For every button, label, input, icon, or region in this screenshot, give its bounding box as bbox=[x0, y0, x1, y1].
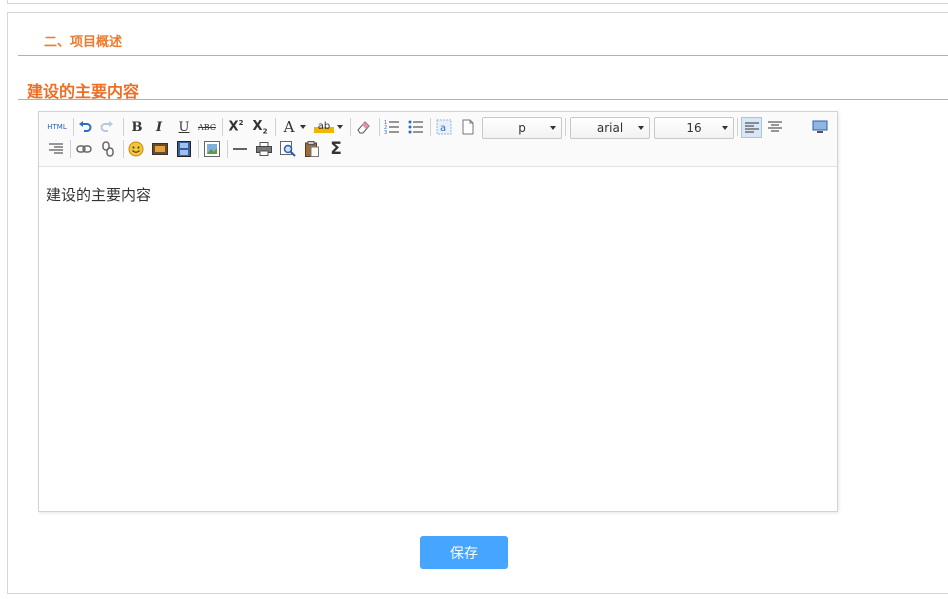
align-right-icon bbox=[49, 143, 63, 154]
link-icon bbox=[76, 145, 92, 153]
font-color-dropdown[interactable] bbox=[298, 117, 308, 137]
subscript-button[interactable]: X2 bbox=[250, 117, 270, 137]
bold-button[interactable]: B bbox=[127, 117, 147, 137]
ordered-list-icon: 123 bbox=[384, 120, 399, 135]
align-right-button[interactable] bbox=[46, 139, 66, 159]
align-center-icon bbox=[768, 121, 782, 132]
align-left-icon bbox=[744, 122, 759, 132]
subsection-divider bbox=[18, 99, 948, 100]
paragraph-format-value: p bbox=[518, 121, 526, 135]
separator bbox=[350, 118, 351, 136]
svg-text:3: 3 bbox=[384, 130, 387, 135]
highlight-button[interactable]: ab bbox=[314, 120, 334, 133]
chevron-down-icon bbox=[300, 125, 306, 129]
section-title: 二、项目概述 bbox=[44, 35, 123, 50]
paragraph-format-select[interactable]: p bbox=[482, 117, 562, 139]
clipboard-icon bbox=[305, 141, 319, 157]
unordered-list-button[interactable] bbox=[406, 117, 426, 137]
editor-toolbar: HTML B I U ABC X2 X2 A ab 1 2 3 a p aria… bbox=[39, 112, 837, 167]
page-icon bbox=[462, 119, 474, 135]
unordered-list-icon bbox=[408, 120, 423, 134]
superscript-icon: X2 bbox=[228, 119, 244, 135]
separator bbox=[123, 140, 124, 158]
subscript-icon: X2 bbox=[252, 118, 268, 136]
chevron-down-icon bbox=[722, 126, 728, 130]
separator bbox=[737, 118, 738, 136]
clear-format-button[interactable] bbox=[354, 117, 374, 137]
printer-icon bbox=[256, 142, 272, 156]
html-source-button[interactable]: HTML bbox=[46, 117, 68, 137]
emoticon-button[interactable] bbox=[126, 139, 146, 159]
chevron-down-icon bbox=[337, 125, 343, 129]
separator bbox=[70, 140, 71, 158]
separator bbox=[227, 140, 228, 158]
smiley-icon bbox=[128, 141, 144, 157]
superscript-button[interactable]: X2 bbox=[226, 117, 246, 137]
insert-picture-button[interactable] bbox=[202, 139, 222, 159]
separator bbox=[73, 118, 74, 136]
rich-text-editor: HTML B I U ABC X2 X2 A ab 1 2 3 a p aria… bbox=[38, 111, 838, 512]
anchor-button[interactable]: a bbox=[434, 117, 454, 137]
separator bbox=[275, 118, 276, 136]
align-left-button[interactable] bbox=[741, 117, 762, 138]
insert-image-button[interactable] bbox=[150, 139, 170, 159]
highlight-dropdown[interactable] bbox=[335, 117, 345, 137]
chevron-down-icon bbox=[638, 126, 644, 130]
separator bbox=[430, 118, 431, 136]
monitor-icon bbox=[812, 120, 828, 133]
underline-button[interactable]: U bbox=[174, 117, 194, 137]
editor-content[interactable]: 建设的主要内容 bbox=[46, 184, 151, 205]
picture-icon bbox=[204, 141, 220, 157]
font-color-button[interactable]: A bbox=[279, 117, 299, 137]
strikethrough-button[interactable]: ABC bbox=[197, 117, 217, 137]
horizontal-rule-button[interactable] bbox=[230, 139, 250, 159]
anchor-icon: a bbox=[436, 119, 452, 135]
film-icon bbox=[177, 141, 191, 157]
image-icon bbox=[152, 143, 168, 155]
undo-icon bbox=[79, 121, 92, 132]
preview-icon bbox=[280, 141, 296, 157]
top-panel bbox=[7, 0, 948, 4]
save-button[interactable]: 保存 bbox=[420, 536, 508, 569]
separator bbox=[565, 118, 566, 136]
horizontal-rule-icon bbox=[233, 148, 247, 150]
italic-button[interactable]: I bbox=[149, 117, 169, 137]
svg-text:a: a bbox=[440, 123, 446, 134]
font-family-select[interactable]: arial bbox=[570, 117, 650, 139]
print-button[interactable] bbox=[254, 139, 274, 159]
separator bbox=[222, 118, 223, 136]
font-size-value: 16 bbox=[686, 121, 702, 135]
link-button[interactable] bbox=[74, 139, 94, 159]
font-size-select[interactable]: 16 bbox=[654, 117, 734, 139]
redo-icon bbox=[100, 121, 113, 132]
paste-button[interactable] bbox=[302, 139, 322, 159]
preview-button[interactable] bbox=[278, 139, 298, 159]
unlink-icon bbox=[102, 141, 114, 157]
unlink-button[interactable] bbox=[98, 139, 118, 159]
redo-button[interactable] bbox=[97, 117, 117, 137]
page-break-button[interactable] bbox=[458, 117, 478, 137]
section-divider bbox=[18, 55, 948, 56]
separator bbox=[198, 140, 199, 158]
insert-video-button[interactable] bbox=[174, 139, 194, 159]
undo-button[interactable] bbox=[75, 117, 95, 137]
separator bbox=[123, 118, 124, 136]
chevron-down-icon bbox=[550, 126, 556, 130]
formula-button[interactable]: Σ bbox=[326, 139, 346, 159]
fullscreen-button[interactable] bbox=[810, 117, 830, 137]
align-center-button[interactable] bbox=[765, 117, 785, 137]
ordered-list-button[interactable]: 123 bbox=[382, 117, 402, 137]
font-family-value: arial bbox=[596, 121, 624, 135]
separator bbox=[379, 118, 380, 136]
eraser-icon bbox=[357, 121, 370, 134]
